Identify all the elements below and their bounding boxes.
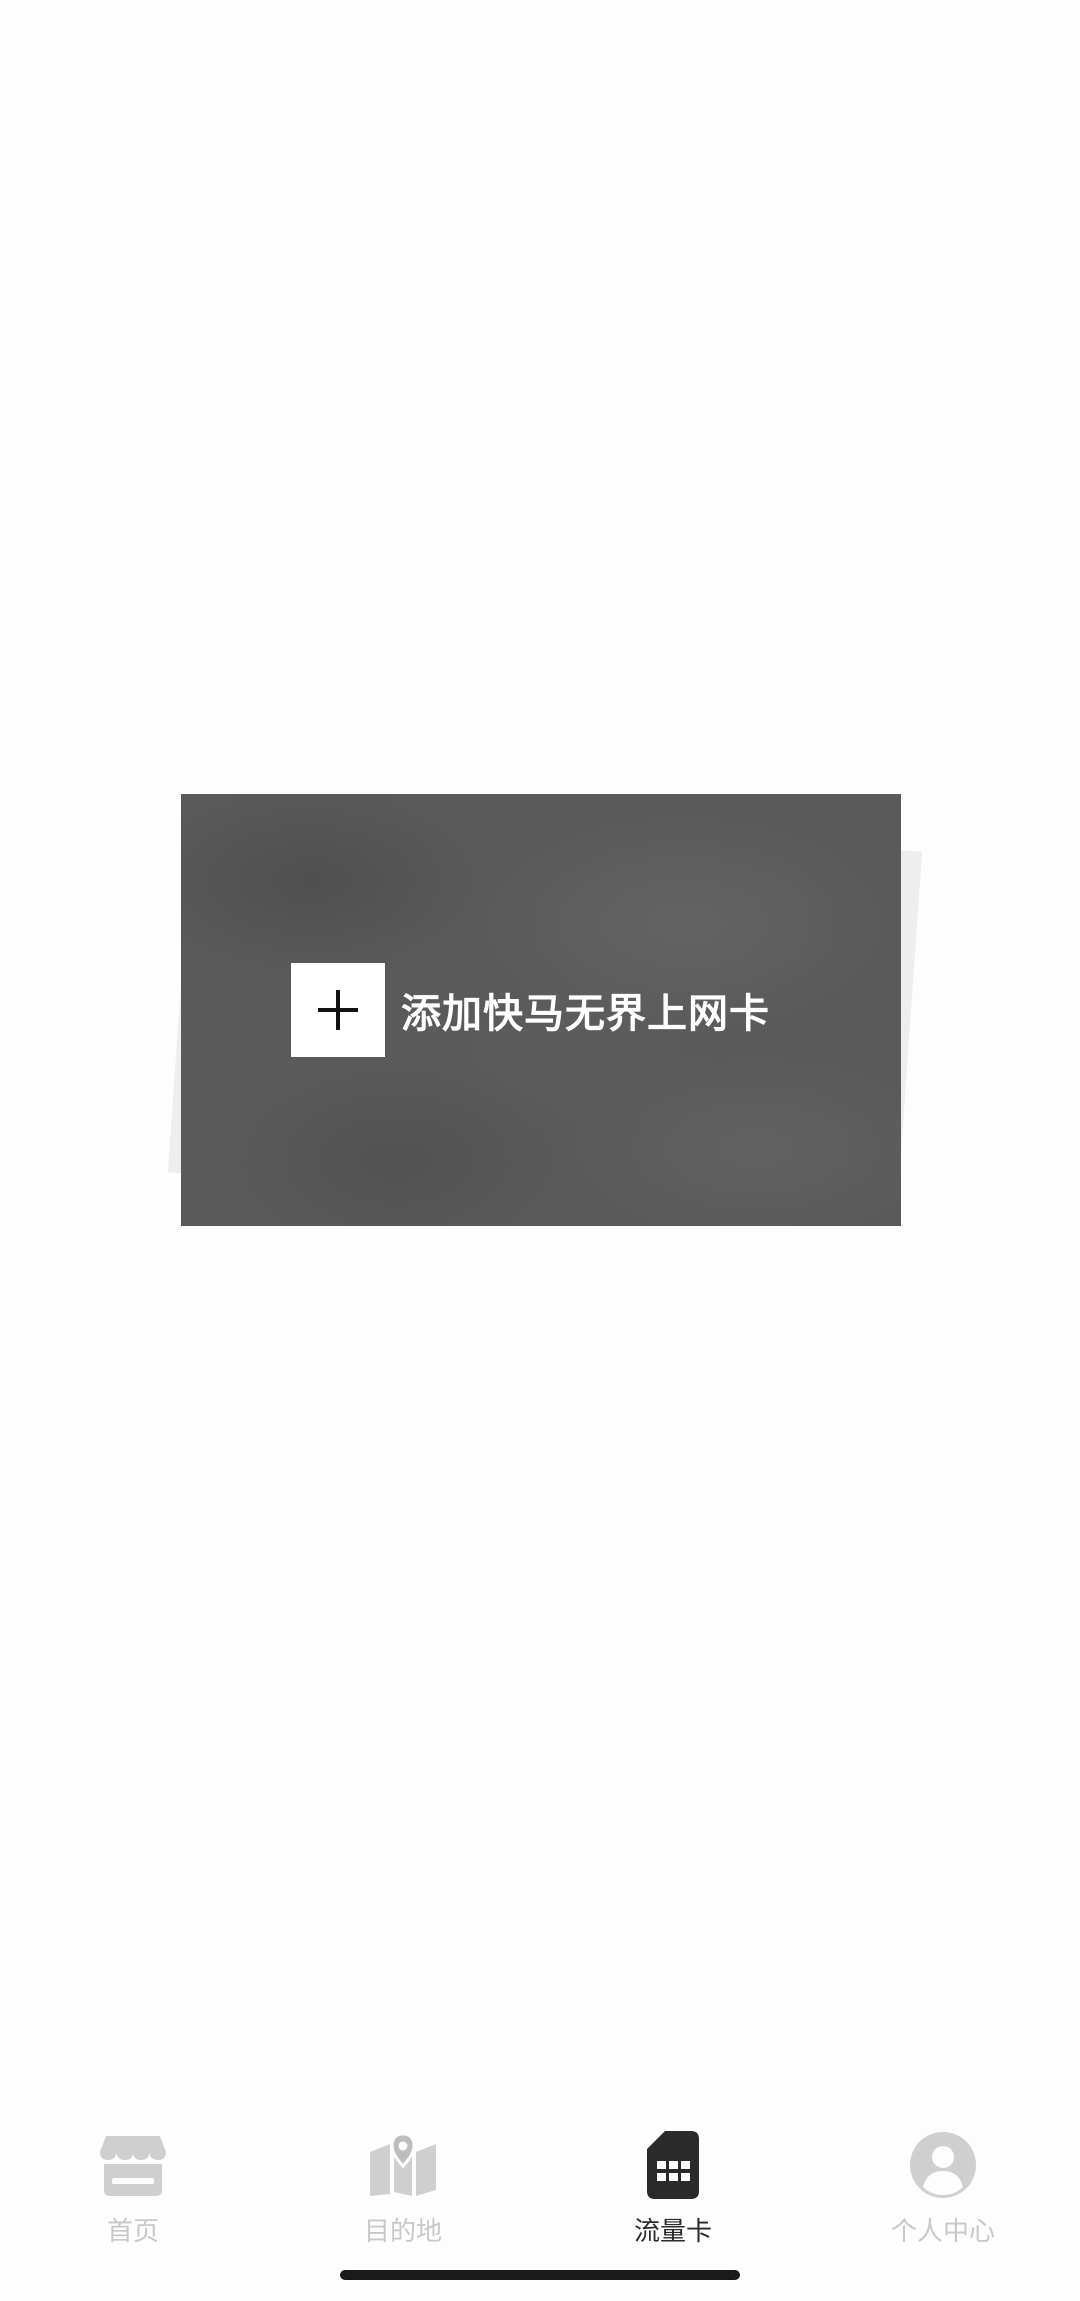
add-sim-card-button[interactable]: 添加快马无界上网卡 [181,794,901,1226]
plus-icon [291,963,385,1057]
tab-home[interactable]: 首页 [33,2129,233,2248]
tab-profile[interactable]: 个人中心 [843,2129,1043,2248]
add-card-label: 添加快马无界上网卡 [401,991,770,1037]
tab-data-card[interactable]: 流量卡 [573,2129,773,2248]
add-card-stack: 添加快马无界上网卡 [167,760,928,1260]
tab-destination-label: 目的地 [363,2217,442,2247]
store-icon [97,2129,169,2201]
tab-home-label: 首页 [106,2217,159,2247]
user-circle-icon [907,2129,979,2201]
add-card-content: 添加快马无界上网卡 [291,963,770,1057]
sim-card-icon [637,2129,709,2201]
home-indicator [340,2270,740,2280]
tab-data-card-label: 流量卡 [633,2217,712,2247]
tab-destination[interactable]: 目的地 [303,2129,503,2248]
map-pin-icon [367,2129,439,2201]
bottom-tab-bar: 首页 目的地 流量卡 个人中心 [0,2115,1080,2275]
tab-profile-label: 个人中心 [890,2217,995,2247]
